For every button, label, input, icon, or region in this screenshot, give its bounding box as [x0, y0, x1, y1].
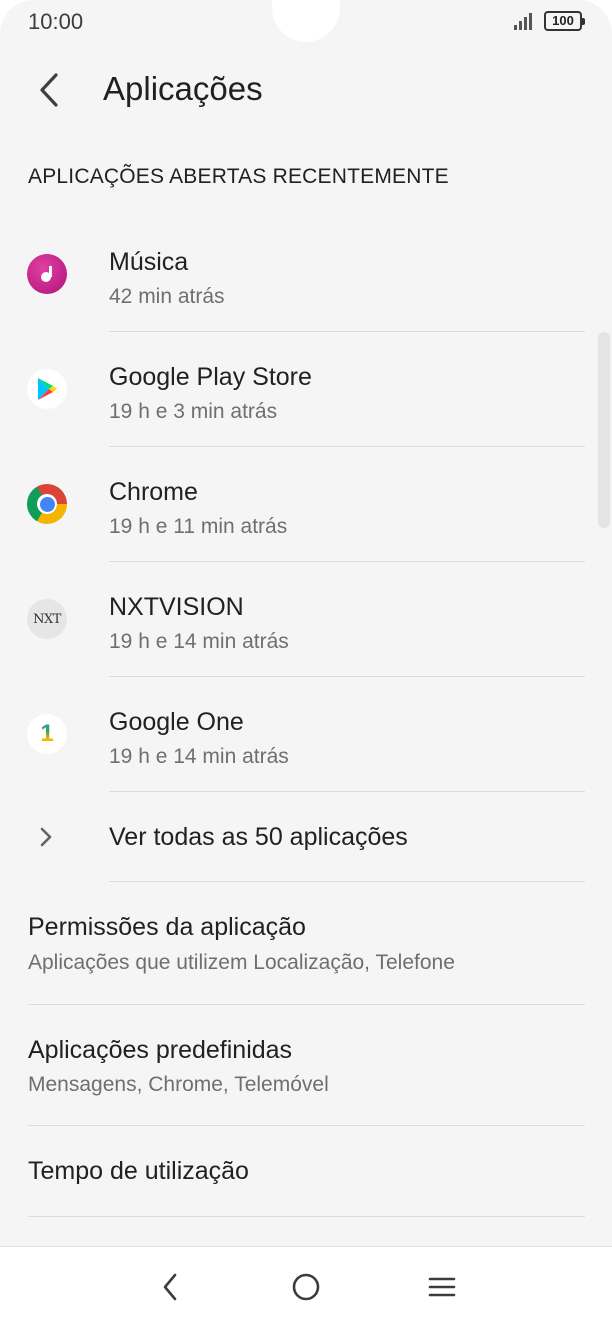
battery-icon: 100: [544, 11, 585, 31]
app-name: Chrome: [109, 478, 198, 506]
app-name: Música: [109, 248, 189, 276]
app-name: Google One: [109, 708, 244, 736]
recent-app-row-google-one[interactable]: 1 Google One 19 h e 14 min atrás: [0, 677, 612, 792]
music-icon: [27, 254, 67, 294]
recent-app-row-chrome[interactable]: Chrome 19 h e 11 min atrás: [0, 447, 612, 562]
app-last-used: 19 h e 11 min atrás: [109, 515, 288, 538]
app-permissions-row[interactable]: Permissões da aplicação Aplicações que u…: [0, 882, 612, 1004]
chevron-right-icon: [40, 827, 52, 847]
arrow-left-icon: [40, 73, 58, 107]
setting-subtitle: Aplicações que utilizem Localização, Tel…: [28, 951, 455, 974]
play-store-icon: [27, 369, 67, 409]
status-bar: 10:00 100: [0, 0, 612, 44]
app-last-used: 19 h e 14 min atrás: [109, 745, 289, 768]
divider: [28, 1216, 585, 1217]
setting-title: Tempo de utilização: [28, 1157, 249, 1185]
screen-time-row[interactable]: Tempo de utilização: [0, 1126, 612, 1216]
section-header-recent: APLICAÇÕES ABERTAS RECENTEMENTE: [28, 165, 449, 188]
home-circle-icon: [292, 1273, 320, 1301]
nav-back-button[interactable]: [148, 1265, 192, 1309]
default-apps-row[interactable]: Aplicações predefinidas Mensagens, Chrom…: [0, 1005, 612, 1126]
google-one-icon: 1: [27, 714, 67, 754]
recent-app-row-music[interactable]: Música 42 min atrás: [0, 217, 612, 332]
see-all-apps-row[interactable]: Ver todas as 50 aplicações: [0, 792, 612, 881]
menu-lines-icon: [428, 1277, 456, 1297]
chrome-icon: [27, 484, 67, 524]
recent-app-row-nxtvision[interactable]: NXT NXTVISION 19 h e 14 min atrás: [0, 562, 612, 677]
app-name: Google Play Store: [109, 363, 312, 391]
nav-back-icon: [163, 1273, 177, 1301]
setting-title: Aplicações predefinidas: [28, 1036, 293, 1064]
app-last-used: 19 h e 14 min atrás: [109, 630, 289, 653]
see-all-apps-label: Ver todas as 50 aplicações: [109, 823, 408, 851]
setting-title: Permissões da aplicação: [28, 913, 306, 941]
settings-screen: 10:00 100 Aplicações APLICAÇÕES ABERTAS …: [0, 0, 612, 1246]
camera-notch: [272, 0, 340, 42]
app-name: NXTVISION: [109, 593, 244, 621]
navigation-bar: [0, 1246, 612, 1328]
app-last-used: 42 min atrás: [109, 285, 225, 308]
status-time: 10:00: [28, 9, 84, 34]
nxtvision-icon: NXT: [27, 599, 67, 639]
app-last-used: 19 h e 3 min atrás: [109, 400, 278, 423]
page-title: Aplicações: [103, 70, 263, 107]
signal-icon: [514, 12, 536, 30]
recent-app-row-play-store[interactable]: Google Play Store 19 h e 3 min atrás: [0, 332, 612, 447]
setting-subtitle: Mensagens, Chrome, Telemóvel: [28, 1073, 329, 1096]
nav-menu-button[interactable]: [420, 1265, 464, 1309]
back-button[interactable]: [22, 62, 76, 118]
scrollbar[interactable]: [598, 332, 610, 528]
nav-home-button[interactable]: [284, 1265, 328, 1309]
